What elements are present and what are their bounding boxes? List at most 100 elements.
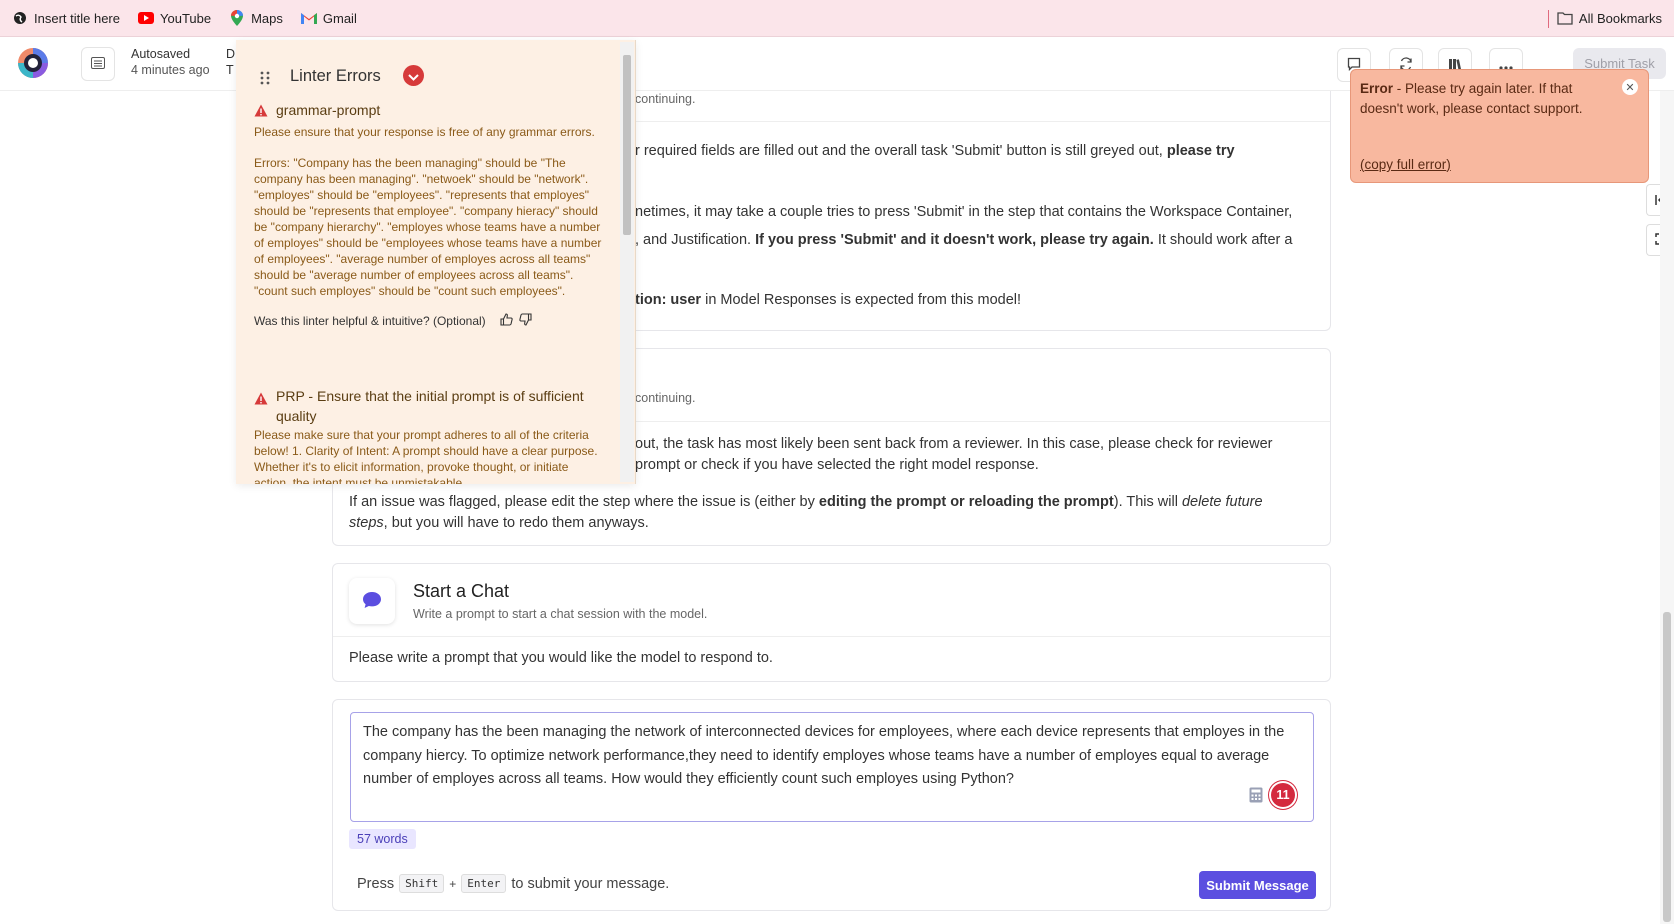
folder-icon bbox=[1557, 12, 1573, 25]
chat-icon-tile bbox=[349, 578, 395, 624]
instruction-paragraph: netimes, it may take a couple tries to p… bbox=[635, 202, 1325, 223]
header-fragment-bottom: T bbox=[226, 63, 234, 77]
bookmark-label: YouTube bbox=[160, 10, 212, 26]
linter-item-header: PRP - Ensure that the initial prompt is … bbox=[254, 386, 602, 426]
linter-item-grammar: grammar-prompt Please ensure that your r… bbox=[254, 102, 602, 329]
divider bbox=[333, 636, 1330, 637]
text-fragment: It should work after a bbox=[1153, 232, 1293, 248]
card-subtitle: continuing. bbox=[635, 391, 696, 405]
app-logo[interactable] bbox=[16, 46, 50, 80]
chat-title: Start a Chat bbox=[413, 581, 510, 601]
gmail-icon bbox=[300, 10, 317, 26]
prompt-textarea[interactable]: The company has the been managing the ne… bbox=[350, 712, 1314, 822]
bookmark-insert-title[interactable]: Insert title here bbox=[12, 10, 120, 26]
text-fragment: If an issue was flagged, please edit the… bbox=[349, 494, 819, 510]
thumbs-up-icon[interactable] bbox=[500, 313, 513, 329]
linter-item-description: Please ensure that your response is free… bbox=[254, 125, 595, 139]
text-fragment: , and Justification. bbox=[635, 232, 756, 248]
instruction-paragraph: prompt or check if you have selected the… bbox=[635, 455, 1325, 476]
error-text: - Please try again later. If that doesn'… bbox=[1360, 81, 1583, 116]
instruction-paragraph: , and Justification. If you press 'Submi… bbox=[635, 230, 1325, 251]
globe-icon bbox=[12, 10, 28, 26]
calculator-icon[interactable] bbox=[1249, 787, 1263, 806]
linter-item-title: PRP - Ensure that the initial prompt is … bbox=[276, 388, 584, 424]
instruction-paragraph: If an issue was flagged, please edit the… bbox=[349, 492, 1319, 534]
text-fragment: , but you will have to redo them anyways… bbox=[383, 515, 649, 531]
error-toast: Error - Please try again later. If that … bbox=[1350, 69, 1649, 183]
page-scroll-thumb[interactable] bbox=[1663, 612, 1671, 922]
text-fragment: r required fields are filled out and the… bbox=[635, 143, 1167, 159]
autosaved-label: Autosaved bbox=[131, 47, 191, 61]
word-count-badge: 57 words bbox=[349, 829, 416, 849]
bookmark-label: Maps bbox=[251, 10, 283, 26]
hint-plus: + bbox=[449, 876, 457, 891]
maps-pin-icon bbox=[229, 10, 245, 26]
header-fragment-top: D bbox=[226, 47, 236, 61]
linter-scroll-thumb[interactable] bbox=[623, 55, 631, 235]
close-icon[interactable]: ✕ bbox=[1622, 79, 1638, 95]
prompt-text[interactable]: The company has the been managing the ne… bbox=[363, 721, 1303, 792]
bookmark-maps[interactable]: Maps bbox=[229, 10, 283, 26]
bookmark-gmail[interactable]: Gmail bbox=[300, 10, 357, 26]
list-icon bbox=[91, 56, 105, 72]
chat-bubble-icon bbox=[362, 591, 382, 612]
linter-feedback: Was this linter helpful & intuitive? (Op… bbox=[254, 313, 602, 329]
error-prefix: Error bbox=[1360, 81, 1394, 96]
text-bold: please try bbox=[1166, 143, 1235, 159]
start-chat-card: Start a Chat Write a prompt to start a c… bbox=[332, 563, 1331, 682]
shift-key: Shift bbox=[399, 874, 445, 893]
text-bold: editing the prompt or reloading the prom… bbox=[818, 494, 1114, 510]
copy-full-error-link[interactable]: (copy full error) bbox=[1360, 157, 1451, 172]
linter-item-description: Please make sure that your prompt adhere… bbox=[254, 428, 598, 484]
instruction-paragraph: tion: user in Model Responses is expecte… bbox=[635, 290, 1325, 311]
error-message: Error - Please try again later. If that … bbox=[1360, 79, 1615, 119]
linter-item-title: grammar-prompt bbox=[276, 102, 381, 118]
instruction-paragraph: out, the task has most likely been sent … bbox=[635, 434, 1325, 455]
header-fragment: D T bbox=[226, 46, 235, 78]
autosaved-time: 4 minutes ago bbox=[131, 63, 210, 77]
all-bookmarks-label: All Bookmarks bbox=[1578, 11, 1662, 26]
instruction-paragraph: r required fields are filled out and the… bbox=[635, 141, 1315, 162]
drag-handle-icon[interactable] bbox=[260, 71, 270, 88]
bookmark-label: Gmail bbox=[322, 10, 357, 26]
chevron-down-icon bbox=[408, 68, 419, 84]
submit-hint: Press Shift + Enter to submit your messa… bbox=[357, 874, 669, 893]
linter-item-header: grammar-prompt bbox=[254, 102, 602, 120]
enter-key: Enter bbox=[461, 874, 507, 893]
bookmark-label: Insert title here bbox=[34, 10, 120, 26]
text-bold: If you press 'Submit' and it doesn't wor… bbox=[755, 232, 1154, 248]
text-fragment: netimes, it may take a couple tries to p… bbox=[635, 204, 1293, 220]
sidebar-toggle-button[interactable] bbox=[81, 47, 115, 81]
linter-title: Linter Errors bbox=[290, 67, 381, 85]
card-subtitle: continuing. bbox=[635, 92, 696, 106]
linter-item-errors: Errors: "Company has the been managing" … bbox=[254, 156, 602, 298]
hint-tail: to submit your message. bbox=[511, 875, 670, 892]
linter-error-count-badge[interactable]: 11 bbox=[1271, 783, 1295, 807]
text-fragment: out, the task has most likely been sent … bbox=[635, 436, 1273, 452]
autosave-status: Autosaved 4 minutes ago bbox=[131, 46, 210, 78]
paren-close: ) bbox=[1446, 157, 1451, 172]
linter-item-prp: PRP - Ensure that the initial prompt is … bbox=[254, 386, 602, 484]
chat-instruction: Please write a prompt that you would lik… bbox=[349, 650, 773, 666]
submit-message-button[interactable]: Submit Message bbox=[1199, 871, 1316, 899]
text-fragment: in Model Responses is expected from this… bbox=[701, 292, 1022, 308]
text-fragment: ). This will bbox=[1113, 494, 1182, 510]
copy-full-error-label: copy full error bbox=[1364, 157, 1447, 172]
bookmark-youtube[interactable]: YouTube bbox=[138, 10, 211, 26]
chat-subtitle: Write a prompt to start a chat session w… bbox=[413, 607, 708, 621]
linter-errors-panel: Linter Errors grammar-prompt Please ensu… bbox=[236, 40, 636, 484]
text-italic: delete future bbox=[1181, 494, 1263, 510]
bookmarks-bar: Insert title here YouTube Maps Gmail All… bbox=[0, 0, 1674, 37]
hint-press: Press bbox=[357, 875, 395, 892]
collapse-linter-button[interactable] bbox=[403, 65, 424, 86]
warning-icon bbox=[254, 392, 270, 426]
thumbs-down-icon[interactable] bbox=[518, 313, 532, 329]
all-bookmarks[interactable]: All Bookmarks bbox=[1557, 0, 1662, 37]
youtube-icon bbox=[138, 10, 154, 26]
text-fragment: prompt or check if you have selected the… bbox=[635, 457, 1039, 473]
bookmarks-divider bbox=[1548, 10, 1549, 28]
text-italic: steps bbox=[349, 515, 384, 531]
text-bold: tion: user bbox=[635, 292, 702, 308]
feedback-question: Was this linter helpful & intuitive? (Op… bbox=[254, 314, 486, 328]
warning-icon bbox=[254, 102, 270, 120]
